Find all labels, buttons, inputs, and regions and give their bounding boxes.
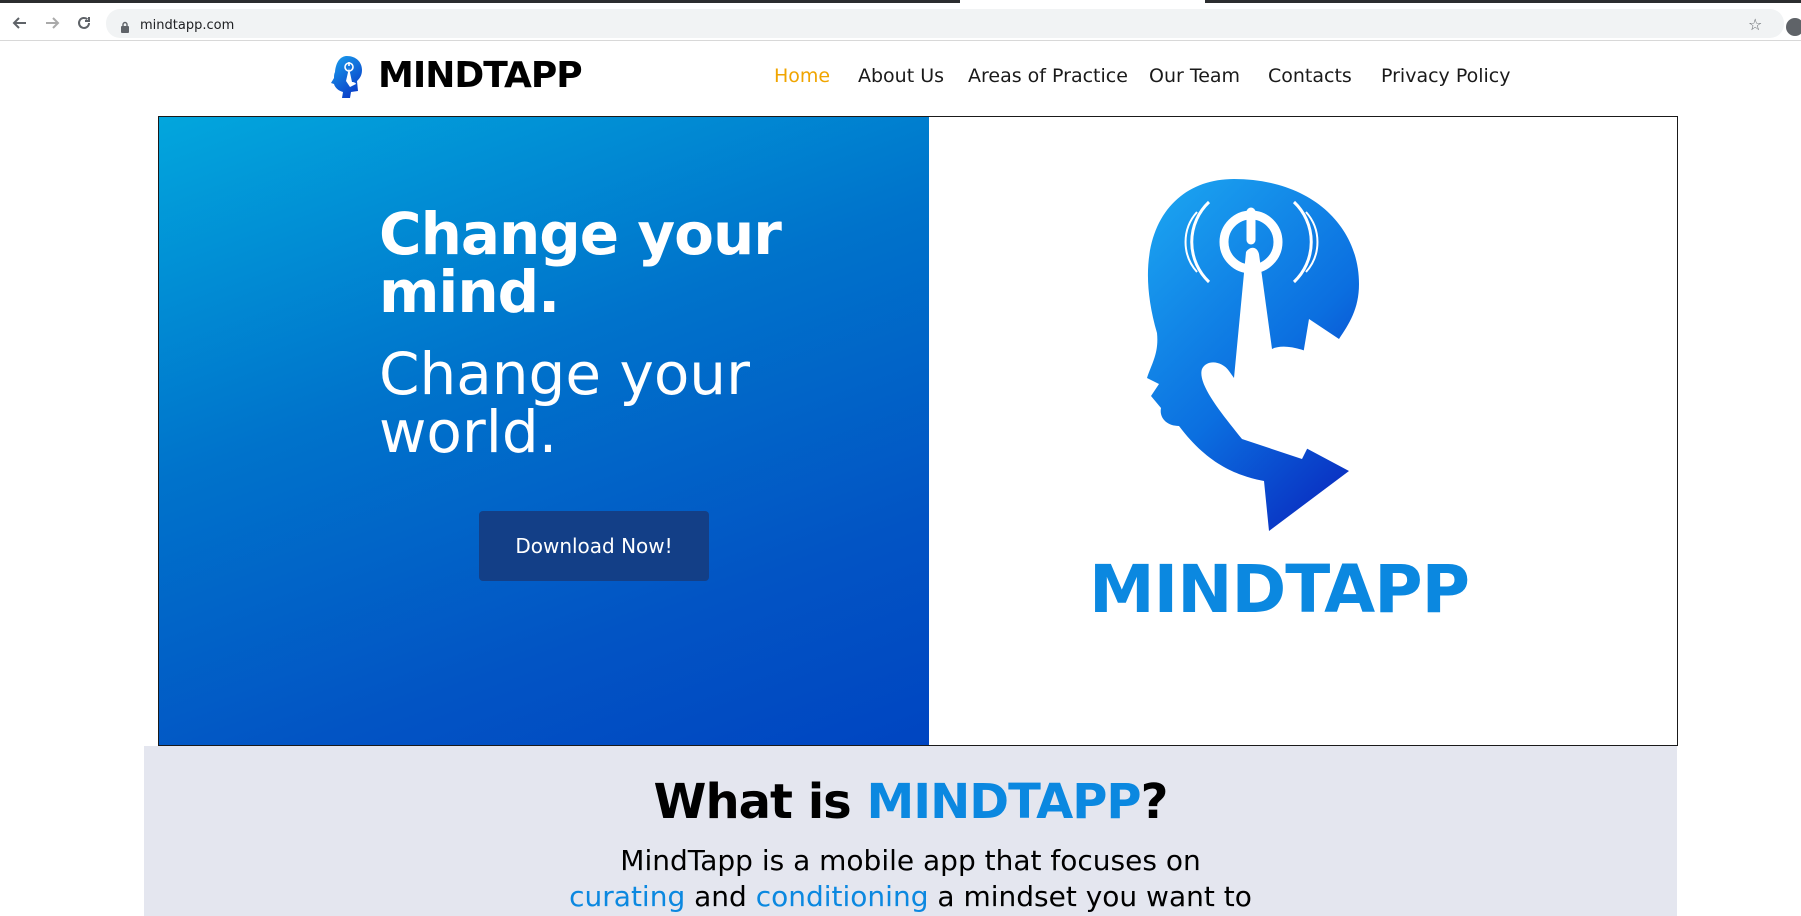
about-section: What is MINDTAPP? MindTapp is a mobile a… [144, 746, 1677, 916]
main-nav: Home About Us Areas of Practice Our Team… [0, 65, 1801, 95]
tab-strip-right [1205, 0, 1801, 3]
nav-contacts[interactable]: Contacts [1268, 65, 1352, 87]
nav-areas-of-practice[interactable]: Areas of Practice [968, 65, 1128, 87]
about-title: What is MINDTAPP? [144, 774, 1677, 830]
star-icon[interactable]: ☆ [1748, 15, 1762, 34]
about-line-1: MindTapp is a mobile app that focuses on [620, 844, 1201, 877]
about-accent-conditioning: conditioning [755, 880, 929, 913]
arrow-right-icon[interactable] [40, 11, 64, 35]
nav-privacy-policy[interactable]: Privacy Policy [1381, 65, 1510, 87]
reload-icon[interactable] [72, 11, 96, 35]
about-line2-end: a mindset you want to [928, 880, 1252, 913]
lock-icon [120, 18, 130, 33]
url-text[interactable]: mindtapp.com [140, 18, 234, 33]
about-title-accent: MINDTAPP [866, 774, 1141, 830]
head-touch-icon [1089, 177, 1379, 537]
download-now-button[interactable]: Download Now! [479, 511, 709, 581]
arrow-left-icon[interactable] [8, 11, 32, 35]
site-header: MINDTAPP Home About Us Areas of Practice… [0, 41, 1801, 117]
profile-avatar[interactable] [1786, 18, 1801, 36]
nav-home[interactable]: Home [774, 65, 830, 87]
hero-left-panel: Change your mind. Change your world. Dow… [159, 117, 929, 745]
hero-brand-text: MINDTAPP [1089, 551, 1470, 628]
nav-about-us[interactable]: About Us [858, 65, 944, 87]
about-title-prefix: What is [653, 774, 867, 830]
about-line2-mid: and [685, 880, 756, 913]
about-accent-curating: curating [569, 880, 686, 913]
hero-right-panel: MINDTAPP [929, 117, 1677, 745]
hero-headline: Change your mind. Change your world. [379, 205, 839, 461]
nav-our-team[interactable]: Our Team [1149, 65, 1240, 87]
headline-bold: Change your mind. [379, 200, 782, 326]
about-line-2: curating and conditioning a mindset you … [144, 880, 1677, 913]
omnibox[interactable] [106, 9, 1784, 38]
headline-light: Change your world. [379, 340, 750, 466]
hero-section: Change your mind. Change your world. Dow… [158, 116, 1678, 746]
about-title-suffix: ? [1140, 774, 1169, 830]
browser-toolbar: mindtapp.com ☆ [0, 6, 1801, 41]
tab-strip-left [0, 0, 960, 3]
